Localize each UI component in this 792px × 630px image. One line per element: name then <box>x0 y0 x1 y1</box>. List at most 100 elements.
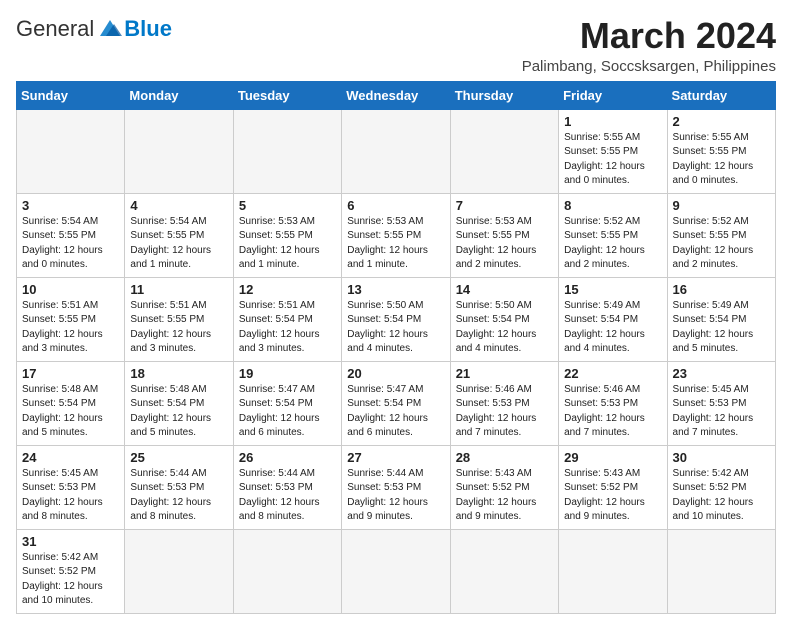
calendar-table: SundayMondayTuesdayWednesdayThursdayFrid… <box>16 81 776 614</box>
calendar-cell: 4Sunrise: 5:54 AM Sunset: 5:55 PM Daylig… <box>125 193 233 277</box>
calendar-cell <box>233 529 341 613</box>
calendar-cell: 19Sunrise: 5:47 AM Sunset: 5:54 PM Dayli… <box>233 361 341 445</box>
calendar-cell: 23Sunrise: 5:45 AM Sunset: 5:53 PM Dayli… <box>667 361 775 445</box>
day-info: Sunrise: 5:44 AM Sunset: 5:53 PM Dayligh… <box>347 467 444 525</box>
day-info: Sunrise: 5:44 AM Sunset: 5:53 PM Dayligh… <box>239 467 336 525</box>
weekday-header-sunday: Sunday <box>17 81 125 109</box>
calendar-cell: 29 Sunrise: 5:43 AM Sunset: 5:52 PM Dayli… <box>559 445 667 529</box>
calendar-cell <box>233 109 341 193</box>
day-info: Sunrise: 5:43 AM Sunset: 5:52 PM Dayligh… <box>456 467 553 525</box>
day-number: 24 <box>22 450 119 465</box>
calendar-cell: 17 Sunrise: 5:48 AM Sunset: 5:54 PM Dayli… <box>17 361 125 445</box>
day-info: Sunrise: 5:45 AM Sunset: 5:53 PM Dayligh… <box>22 467 119 525</box>
calendar-cell <box>17 109 125 193</box>
weekday-header-row: SundayMondayTuesdayWednesdayThursdayFrid… <box>17 81 776 109</box>
weekday-header-thursday: Thursday <box>450 81 558 109</box>
calendar-cell: 2Sunrise: 5:55 AM Sunset: 5:55 PM Daylig… <box>667 109 775 193</box>
calendar-cell <box>667 529 775 613</box>
logo-blue-text: Blue <box>124 16 172 42</box>
day-number: 10 <box>22 282 119 297</box>
calendar-cell: 5 Sunrise: 5:53 AM Sunset: 5:55 PM Daylig… <box>233 193 341 277</box>
day-number: 23 <box>673 366 770 381</box>
day-number: 16 <box>673 282 770 297</box>
day-number: 9 <box>673 198 770 213</box>
day-number: 29 <box>564 450 661 465</box>
calendar-cell: 21 Sunrise: 5:46 AM Sunset: 5:53 PM Dayli… <box>450 361 558 445</box>
day-number: 13 <box>347 282 444 297</box>
calendar-week-3: 10 Sunrise: 5:51 AM Sunset: 5:55 PM Dayli… <box>17 277 776 361</box>
day-info: Sunrise: 5:46 AM Sunset: 5:53 PM Dayligh… <box>564 383 661 441</box>
day-info: Sunrise: 5:47 AM Sunset: 5:54 PM Dayligh… <box>239 383 336 441</box>
calendar-cell <box>342 109 450 193</box>
day-info: Sunrise: 5:53 AM Sunset: 5:55 PM Dayligh… <box>347 215 444 273</box>
calendar-cell: 27Sunrise: 5:44 AM Sunset: 5:53 PM Dayli… <box>342 445 450 529</box>
day-info: Sunrise: 5:46 AM Sunset: 5:53 PM Dayligh… <box>456 383 553 441</box>
day-info: Sunrise: 5:51 AM Sunset: 5:55 PM Dayligh… <box>22 299 119 357</box>
day-info: Sunrise: 5:50 AM Sunset: 5:54 PM Dayligh… <box>347 299 444 357</box>
calendar-cell: 30Sunrise: 5:42 AM Sunset: 5:52 PM Dayli… <box>667 445 775 529</box>
calendar-cell: 1Sunrise: 5:55 AM Sunset: 5:55 PM Daylig… <box>559 109 667 193</box>
logo-icon <box>96 18 124 40</box>
title-area: March 2024 Palimbang, Soccsksargen, Phil… <box>522 16 776 75</box>
day-number: 18 <box>130 366 227 381</box>
day-number: 21 <box>456 366 553 381</box>
day-info: Sunrise: 5:53 AM Sunset: 5:55 PM Dayligh… <box>456 215 553 273</box>
calendar-cell: 11 Sunrise: 5:51 AM Sunset: 5:55 PM Dayli… <box>125 277 233 361</box>
calendar-cell: 20 Sunrise: 5:47 AM Sunset: 5:54 PM Dayli… <box>342 361 450 445</box>
day-info: Sunrise: 5:52 AM Sunset: 5:55 PM Dayligh… <box>673 215 770 273</box>
day-number: 20 <box>347 366 444 381</box>
calendar-week-1: 1Sunrise: 5:55 AM Sunset: 5:55 PM Daylig… <box>17 109 776 193</box>
day-number: 28 <box>456 450 553 465</box>
day-info: Sunrise: 5:51 AM Sunset: 5:54 PM Dayligh… <box>239 299 336 357</box>
logo: General Blue <box>16 16 172 42</box>
day-info: Sunrise: 5:42 AM Sunset: 5:52 PM Dayligh… <box>22 551 119 609</box>
day-info: Sunrise: 5:54 AM Sunset: 5:55 PM Dayligh… <box>130 215 227 273</box>
calendar-week-2: 3Sunrise: 5:54 AM Sunset: 5:55 PM Daylig… <box>17 193 776 277</box>
calendar-cell: 22 Sunrise: 5:46 AM Sunset: 5:53 PM Dayli… <box>559 361 667 445</box>
day-number: 11 <box>130 282 227 297</box>
calendar-cell: 15Sunrise: 5:49 AM Sunset: 5:54 PM Dayli… <box>559 277 667 361</box>
calendar-cell: 28 Sunrise: 5:43 AM Sunset: 5:52 PM Dayli… <box>450 445 558 529</box>
day-info: Sunrise: 5:53 AM Sunset: 5:55 PM Dayligh… <box>239 215 336 273</box>
location-subtitle: Palimbang, Soccsksargen, Philippines <box>522 58 776 75</box>
day-number: 2 <box>673 114 770 129</box>
calendar-week-5: 24 Sunrise: 5:45 AM Sunset: 5:53 PM Dayli… <box>17 445 776 529</box>
day-number: 5 <box>239 198 336 213</box>
calendar-cell: 24 Sunrise: 5:45 AM Sunset: 5:53 PM Dayli… <box>17 445 125 529</box>
weekday-header-wednesday: Wednesday <box>342 81 450 109</box>
calendar-cell: 7 Sunrise: 5:53 AM Sunset: 5:55 PM Daylig… <box>450 193 558 277</box>
day-info: Sunrise: 5:52 AM Sunset: 5:55 PM Dayligh… <box>564 215 661 273</box>
calendar-cell: 25Sunrise: 5:44 AM Sunset: 5:53 PM Dayli… <box>125 445 233 529</box>
header: General Blue March 2024 Palimbang, Soccs… <box>16 16 776 75</box>
calendar-cell: 18 Sunrise: 5:48 AM Sunset: 5:54 PM Dayli… <box>125 361 233 445</box>
calendar-cell <box>125 529 233 613</box>
calendar-cell <box>342 529 450 613</box>
day-info: Sunrise: 5:49 AM Sunset: 5:54 PM Dayligh… <box>673 299 770 357</box>
calendar-cell: 8 Sunrise: 5:52 AM Sunset: 5:55 PM Daylig… <box>559 193 667 277</box>
day-number: 22 <box>564 366 661 381</box>
day-number: 26 <box>239 450 336 465</box>
day-number: 6 <box>347 198 444 213</box>
calendar-week-6: 31Sunrise: 5:42 AM Sunset: 5:52 PM Dayli… <box>17 529 776 613</box>
calendar-cell: 12Sunrise: 5:51 AM Sunset: 5:54 PM Dayli… <box>233 277 341 361</box>
calendar-cell <box>450 109 558 193</box>
calendar-cell: 31Sunrise: 5:42 AM Sunset: 5:52 PM Dayli… <box>17 529 125 613</box>
calendar-cell: 9 Sunrise: 5:52 AM Sunset: 5:55 PM Daylig… <box>667 193 775 277</box>
weekday-header-monday: Monday <box>125 81 233 109</box>
day-number: 25 <box>130 450 227 465</box>
logo-general-text: General <box>16 16 94 42</box>
day-info: Sunrise: 5:49 AM Sunset: 5:54 PM Dayligh… <box>564 299 661 357</box>
day-number: 17 <box>22 366 119 381</box>
day-number: 30 <box>673 450 770 465</box>
month-year-title: March 2024 <box>522 16 776 56</box>
day-number: 7 <box>456 198 553 213</box>
day-info: Sunrise: 5:47 AM Sunset: 5:54 PM Dayligh… <box>347 383 444 441</box>
day-info: Sunrise: 5:43 AM Sunset: 5:52 PM Dayligh… <box>564 467 661 525</box>
calendar-cell <box>450 529 558 613</box>
day-number: 8 <box>564 198 661 213</box>
calendar-cell: 13 Sunrise: 5:50 AM Sunset: 5:54 PM Dayli… <box>342 277 450 361</box>
day-info: Sunrise: 5:48 AM Sunset: 5:54 PM Dayligh… <box>130 383 227 441</box>
weekday-header-tuesday: Tuesday <box>233 81 341 109</box>
day-info: Sunrise: 5:51 AM Sunset: 5:55 PM Dayligh… <box>130 299 227 357</box>
day-info: Sunrise: 5:48 AM Sunset: 5:54 PM Dayligh… <box>22 383 119 441</box>
